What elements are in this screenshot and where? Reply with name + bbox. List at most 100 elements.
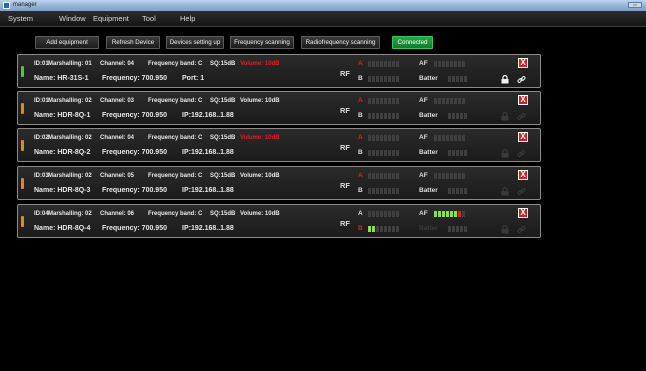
antenna-b-segment	[368, 150, 371, 156]
antenna-b-meter	[368, 76, 399, 82]
remove-device-button[interactable]: X	[518, 170, 528, 180]
device-name: Name: HR-31S-1	[34, 75, 89, 82]
antenna-a-segment	[376, 135, 379, 141]
frequency-scanning-button[interactable]: Frequency scanning	[230, 36, 294, 49]
antenna-b-segment	[368, 76, 371, 82]
link-icon[interactable]	[517, 187, 526, 196]
device-row[interactable]: ID:04 Marshalling: 02 Channel: 06 Frequency…	[17, 204, 541, 238]
menu-system[interactable]: System	[8, 14, 33, 23]
battery-segment	[452, 188, 455, 194]
antenna-a-segment	[380, 173, 383, 179]
antenna-b-segment	[372, 226, 375, 232]
antenna-b-segment	[376, 188, 379, 194]
af-label: AF	[419, 172, 428, 179]
af-level-meter	[434, 211, 465, 217]
device-id: ID:03	[34, 173, 49, 179]
menu-window[interactable]: Window	[59, 14, 86, 23]
battery-label: Batter	[419, 225, 438, 232]
antenna-a-segment	[392, 98, 395, 104]
battery-segment	[456, 188, 459, 194]
antenna-b-label: B	[358, 112, 363, 119]
frequency-band-value: Frequency band: C	[148, 98, 203, 104]
frequency-value: Frequency: 700.950	[102, 149, 167, 156]
menu-help[interactable]: Help	[180, 14, 195, 23]
antenna-a-label: A	[358, 210, 363, 217]
link-icon[interactable]	[517, 75, 526, 84]
status-indicator	[21, 216, 24, 227]
antenna-b-segment	[368, 188, 371, 194]
battery-segment	[456, 113, 459, 119]
device-address: IP:192.168..1.88	[182, 187, 234, 194]
status-indicator	[21, 178, 24, 189]
battery-segment	[460, 76, 463, 82]
af-level-segment	[454, 135, 457, 141]
battery-segment	[448, 76, 451, 82]
channel-value: Channel: 04	[100, 135, 135, 141]
lock-icon[interactable]	[501, 148, 509, 158]
device-row[interactable]: ID:02 Marshalling: 02 Channel: 04 Frequency…	[17, 128, 541, 162]
antenna-a-meter	[368, 135, 399, 141]
antenna-a-segment	[392, 173, 395, 179]
antenna-b-label: B	[358, 187, 363, 194]
antenna-b-meter	[368, 150, 399, 156]
lock-icon[interactable]	[501, 186, 509, 196]
af-level-meter	[434, 61, 465, 67]
volume-value: Volume: 10dB	[240, 173, 280, 179]
af-level-meter	[434, 135, 465, 141]
antenna-b-segment	[380, 113, 383, 119]
device-name: Name: HDR-8Q-2	[34, 149, 91, 156]
lock-icon[interactable]	[501, 111, 509, 121]
window-controls[interactable]: ▭	[628, 2, 642, 8]
antenna-a-segment	[388, 61, 391, 67]
rf-label: RF	[340, 181, 350, 190]
remove-device-button[interactable]: X	[518, 132, 528, 142]
battery-segment	[448, 113, 451, 119]
frequency-value: Frequency: 700.950	[102, 75, 167, 82]
add-equipment-button[interactable]: Add equipment	[35, 36, 99, 49]
lock-icon[interactable]	[501, 224, 509, 234]
link-icon[interactable]	[517, 149, 526, 158]
antenna-b-segment	[396, 113, 399, 119]
remove-device-button[interactable]: X	[518, 95, 528, 105]
af-level-segment	[450, 61, 453, 67]
af-level-segment	[458, 173, 461, 179]
device-address: IP:192.168..1.88	[182, 112, 234, 119]
antenna-a-segment	[380, 211, 383, 217]
antenna-b-meter	[368, 226, 399, 232]
volume-value: Volume: 10dB	[240, 61, 280, 67]
remove-device-button[interactable]: X	[518, 208, 528, 218]
af-level-segment	[442, 173, 445, 179]
battery-segment	[460, 188, 463, 194]
frequency-value: Frequency: 700.950	[102, 112, 167, 119]
device-row[interactable]: ID:03 Marshalling: 02 Channel: 05 Frequency…	[17, 166, 541, 200]
menu-tool[interactable]: Tool	[142, 14, 156, 23]
antenna-a-segment	[384, 61, 387, 67]
menu-equipment[interactable]: Equipment	[93, 14, 129, 23]
devices-setting-up-button[interactable]: Devices setting up	[166, 36, 224, 49]
af-level-segment	[438, 61, 441, 67]
af-level-segment	[458, 211, 461, 217]
antenna-b-segment	[376, 150, 379, 156]
antenna-b-segment	[376, 76, 379, 82]
battery-segment	[460, 150, 463, 156]
sq-value: SQ:15dB	[210, 173, 236, 179]
radiofrequency-scanning-button[interactable]: Radiofrequency scanning	[301, 36, 380, 49]
antenna-a-segment	[388, 173, 391, 179]
battery-segment	[452, 76, 455, 82]
rf-label: RF	[340, 219, 350, 228]
antenna-a-segment	[368, 98, 371, 104]
af-level-segment	[450, 173, 453, 179]
antenna-a-segment	[380, 135, 383, 141]
lock-icon[interactable]	[501, 74, 509, 84]
link-icon[interactable]	[517, 112, 526, 121]
refresh-device-button[interactable]: Refresh Device	[106, 36, 160, 49]
antenna-a-segment	[396, 135, 399, 141]
device-row[interactable]: ID:01 Marshalling: 01 Channel: 04 Frequency…	[17, 54, 541, 88]
toolbar: Add equipment Refresh Device Devices set…	[0, 28, 646, 51]
frequency-band-value: Frequency band: C	[148, 135, 203, 141]
af-level-segment	[446, 135, 449, 141]
antenna-b-segment	[384, 188, 387, 194]
link-icon[interactable]	[517, 225, 526, 234]
remove-device-button[interactable]: X	[518, 58, 528, 68]
device-row[interactable]: ID:01 Marshalling: 02 Channel: 03 Frequency…	[17, 91, 541, 125]
